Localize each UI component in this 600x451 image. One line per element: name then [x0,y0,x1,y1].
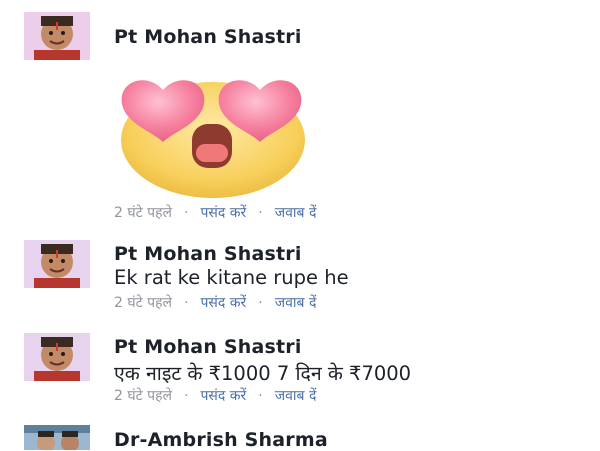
separator-dot: · [184,295,189,311]
timestamp[interactable]: 2 घंटे पहले [114,205,172,221]
like-link[interactable]: पसंद करें [200,295,246,311]
reply-link[interactable]: जवाब दें [275,388,317,404]
comment-text: Ek rat ke kitane rupe he [114,266,349,289]
avatar[interactable] [24,333,90,381]
author-name[interactable]: Dr-Ambrish Sharma [114,429,328,451]
comment-meta: 2 घंटे पहले · पसंद करें · जवाब दें [114,386,316,405]
comment-meta: 2 घंटे पहले · पसंद करें · जवाब दें [114,203,316,222]
author-name[interactable]: Pt Mohan Shastri [114,243,302,265]
avatar-image [24,333,90,381]
avatar[interactable] [24,12,90,60]
comment-text: एक नाइट के ₹1000 7 दिन के ₹7000 [114,362,412,385]
separator-dot: · [258,388,263,404]
heart-eyes-emoji-sticker [121,80,305,198]
avatar-image [24,12,90,60]
timestamp[interactable]: 2 घंटे पहले [114,295,172,311]
separator-dot: · [258,295,263,311]
separator-dot: · [184,205,189,221]
avatar-image [24,425,90,450]
timestamp[interactable]: 2 घंटे पहले [114,388,172,404]
author-name[interactable]: Pt Mohan Shastri [114,26,302,48]
comment-meta: 2 घंटे पहले · पसंद करें · जवाब दें [114,293,316,312]
separator-dot: · [258,205,263,221]
reply-link[interactable]: जवाब दें [275,205,317,221]
like-link[interactable]: पसंद करें [200,205,246,221]
like-link[interactable]: पसंद करें [200,388,246,404]
avatar-image [24,240,90,288]
separator-dot: · [184,388,189,404]
author-name[interactable]: Pt Mohan Shastri [114,336,302,358]
reply-link[interactable]: जवाब दें [275,295,317,311]
avatar[interactable] [24,425,90,450]
avatar[interactable] [24,240,90,288]
